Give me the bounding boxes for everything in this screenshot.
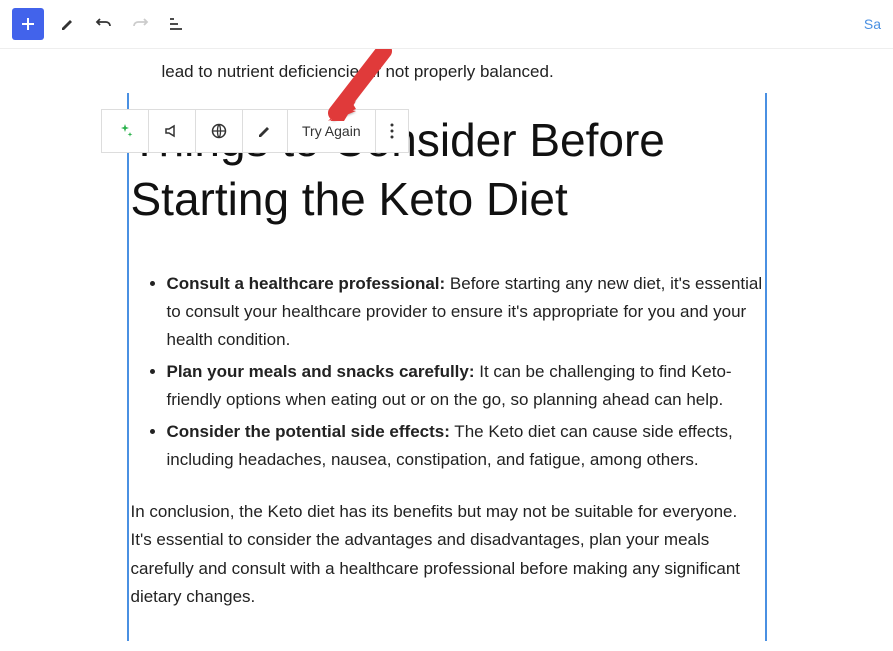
more-options-button[interactable] [376,110,408,152]
editor-area: Try Again lead to nutrient deficiencies … [0,49,893,651]
list-item[interactable]: Plan your meals and snacks carefully: It… [167,358,765,414]
redo-icon[interactable] [128,12,152,36]
outline-icon[interactable] [164,12,188,36]
list-item-lead: Consult a healthcare professional: [167,274,446,293]
announce-button[interactable] [149,110,196,152]
ai-sparkle-button[interactable] [102,110,149,152]
save-link[interactable]: Sa [864,16,881,32]
top-toolbar: Sa [0,0,893,49]
try-again-button[interactable]: Try Again [288,110,376,152]
undo-icon[interactable] [92,12,116,36]
edit-icon[interactable] [56,12,80,36]
selected-block[interactable]: Things to Consider Before Starting the K… [127,93,767,641]
ai-floating-toolbar: Try Again [101,109,409,153]
list-item-lead: Plan your meals and snacks carefully: [167,362,475,381]
conclusion-paragraph[interactable]: In conclusion, the Keto diet has its ben… [129,498,765,610]
list-item[interactable]: Consult a healthcare professional: Befor… [167,270,765,354]
globe-button[interactable] [196,110,243,152]
partial-previous-text[interactable]: lead to nutrient deficiencies if not pro… [127,59,767,93]
list-item-lead: Consider the potential side effects: [167,422,450,441]
add-block-button[interactable] [12,8,44,40]
pencil-button[interactable] [243,110,288,152]
list-item[interactable]: Consider the potential side effects: The… [167,418,765,474]
bullet-list[interactable]: Consult a healthcare professional: Befor… [129,270,765,474]
